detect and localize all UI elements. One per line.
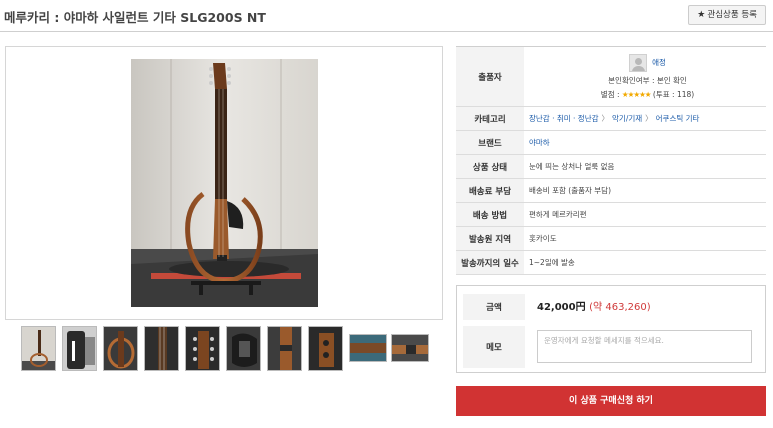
main-photo-frame [5,46,443,320]
chevron-right-icon: 〉 [601,114,610,123]
star-icon: ★ [697,10,706,20]
shipping-fee-row: 배송료 부담 배송비 포함 (출품자 부담) [456,179,766,203]
thumbnail-6[interactable] [226,326,261,371]
add-favorite-button[interactable]: ★ 관심상품 등록 [688,5,766,25]
origin-value: 홋카이도 [529,234,557,243]
thumbnail-3[interactable] [103,326,138,371]
thumbnail-9[interactable] [349,334,387,362]
shipping-days-row: 발송까지의 일수 1~2일에 발송 [456,251,766,275]
memo-textarea[interactable] [537,330,752,363]
shipping-days-label: 발송까지의 일수 [456,251,524,274]
condition-value: 눈에 띄는 상처나 얼룩 없음 [529,162,615,171]
category-link-1[interactable]: 장난감 · 취미 · 정난감 [529,113,599,124]
avatar [629,53,648,72]
purchase-request-button[interactable]: 이 상품 구매신청 하기 [456,386,766,416]
shipping-method-value: 편하게 메르카리편 [529,210,587,219]
chevron-right-icon: 〉 [645,114,653,123]
page-header: 메루카리 : 야마하 사일런트 기타 SLG200S NT ★ 관심상품 등록 [0,0,773,32]
category-label: 카테고리 [456,107,524,130]
shipping-method-row: 배송 방법 편하게 메르카리편 [456,203,766,227]
brand-link[interactable]: 야마하 [529,137,550,148]
shipping-method-label: 배송 방법 [456,203,524,226]
thumbnail-4[interactable] [144,326,179,371]
price-value: 42,000円 [537,302,586,313]
thumbnail-5[interactable] [185,326,220,371]
origin-label: 발송원 지역 [456,227,524,250]
shipping-fee-label: 배송료 부담 [456,179,524,202]
brand-row: 브랜드 야마하 [456,131,766,155]
rating-stars: ★★★★★ [621,89,652,99]
category-breadcrumb: 장난감 · 취미 · 정난감 〉 악기/기재 〉 어쿠스틱 기타 [524,107,766,130]
category-link-2[interactable]: 악기/기재 [612,113,642,124]
condition-row: 상품 상태 눈에 띄는 상처나 얼룩 없음 [456,155,766,179]
page-title: 메루카리 : 야마하 사일런트 기타 SLG200S NT [4,10,266,25]
price-label: 금액 [463,294,525,320]
price: 42,000円 (약 463,260) [537,298,651,313]
shipping-days-value: 1~2일에 발송 [529,258,575,267]
category-row: 카테고리 장난감 · 취미 · 정난감 〉 악기/기재 〉 어쿠스틱 기타 [456,107,766,131]
thumbnail-7[interactable] [267,326,302,371]
thumbnail-strip [21,326,441,372]
seller-name-link[interactable]: 애정 [652,57,666,68]
identity-status: 본인확인여부 : 본인 확인 [608,75,687,85]
seller-info: 애정 본인확인여부 : 본인 확인 별점 : ★★★★★ (투표 : 118) [524,47,766,106]
shipping-fee-value: 배송비 포함 (출품자 부담) [529,186,612,195]
main-product-photo[interactable] [131,59,318,307]
thumbnail-8[interactable] [308,326,343,371]
rating-prefix: 별점 : [600,89,622,99]
thumbnail-10[interactable] [391,334,429,362]
brand-label: 브랜드 [456,131,524,154]
rating-votes: (투표 : 118) [652,89,695,99]
category-link-3[interactable]: 어쿠스틱 기타 [656,113,700,124]
origin-row: 발송원 지역 홋카이도 [456,227,766,251]
memo-label: 메모 [463,326,525,368]
add-favorite-label: 관심상품 등록 [707,10,757,20]
thumbnail-2[interactable] [62,326,97,371]
seller-rating: 별점 : ★★★★★ (투표 : 118) [601,89,694,100]
order-box: 금액 42,000円 (약 463,260) 메모 [456,285,766,373]
seller-row: 출품자 애정 본인확인여부 : 본인 확인 별점 : ★★★★★ (투표 : 1… [456,47,766,107]
product-info-table: 출품자 애정 본인확인여부 : 본인 확인 별점 : ★★★★★ (투표 : 1… [456,46,766,275]
price-converted: (약 463,260) [589,302,651,313]
seller-label: 출품자 [456,47,524,106]
condition-label: 상품 상태 [456,155,524,178]
thumbnail-1[interactable] [21,326,56,371]
